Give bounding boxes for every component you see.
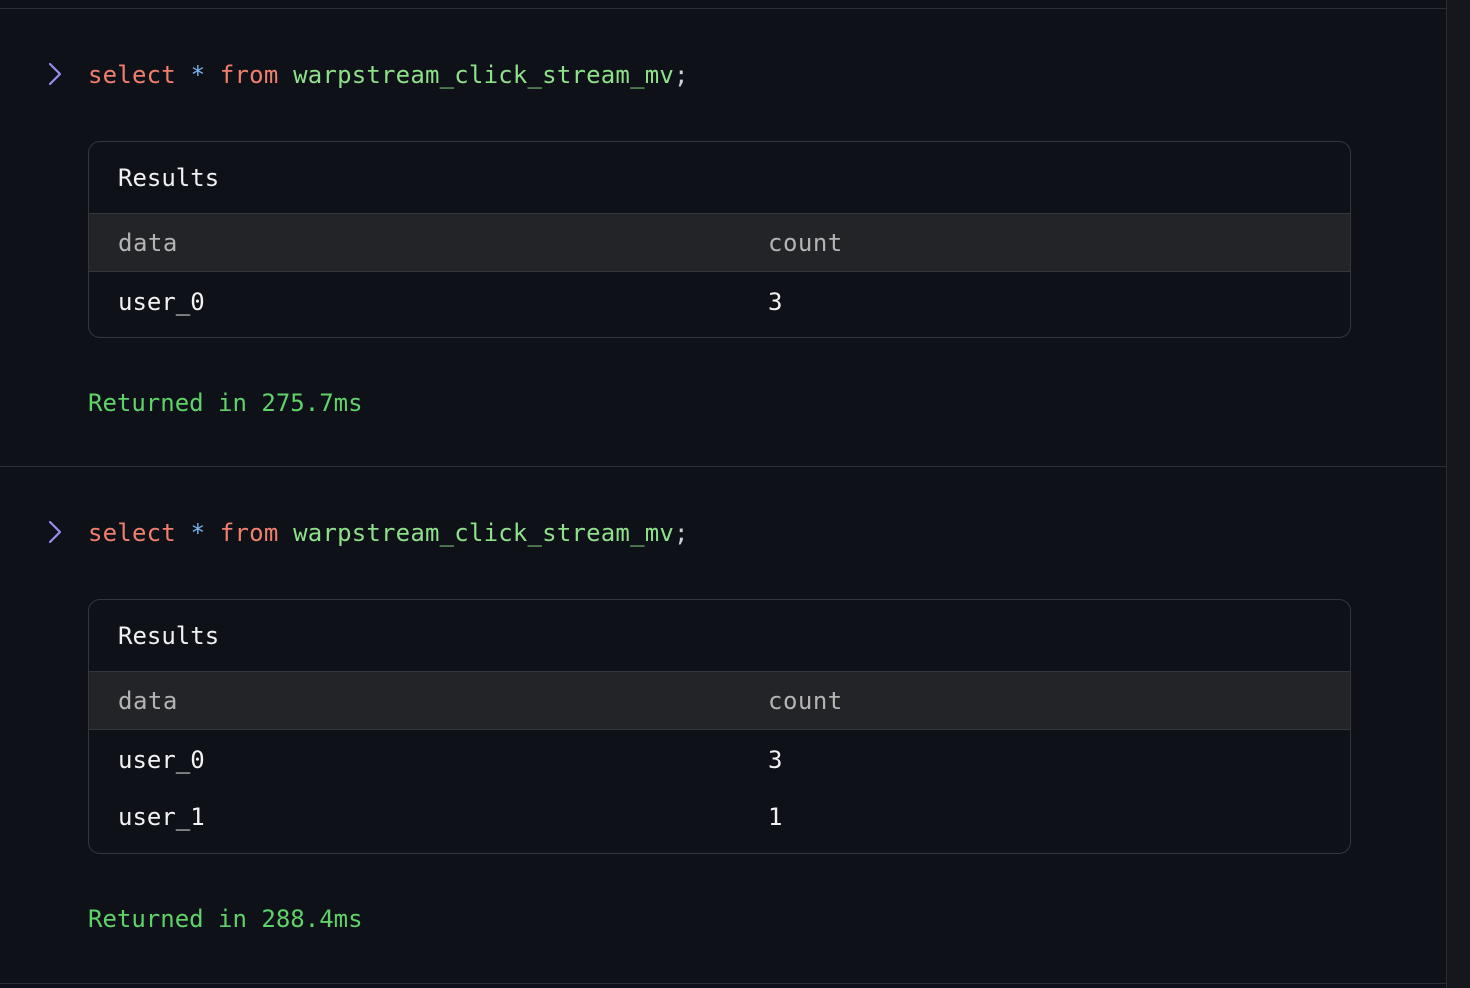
results-header-row: data count — [89, 672, 1350, 730]
table-row: user_0 3 — [89, 272, 1350, 329]
results-title: Results — [89, 142, 1350, 214]
keyword-from: from — [219, 61, 279, 89]
keyword-star: * — [190, 519, 206, 547]
column-header-data: data — [118, 687, 178, 715]
keyword-select: select — [88, 61, 176, 89]
table-row: user_1 1 — [89, 787, 1350, 844]
chevron-right-icon — [44, 61, 64, 87]
cell-count: 1 — [768, 803, 783, 831]
keyword-from: from — [219, 519, 279, 547]
results-panel: Results data count user_0 3 — [88, 141, 1351, 338]
query-text[interactable]: select * from warpstream_click_stream_mv… — [88, 518, 689, 548]
scrollbar-track[interactable] — [1446, 0, 1470, 988]
cell-data: user_0 — [118, 746, 205, 774]
semicolon: ; — [674, 519, 689, 547]
results-panel: Results data count user_0 3 user_1 1 — [88, 599, 1351, 854]
cell-count: 3 — [768, 288, 783, 316]
results-header-row: data count — [89, 214, 1350, 272]
status-text: Returned in 275.7ms — [88, 389, 363, 417]
table-name: warpstream_click_stream_mv — [293, 519, 675, 547]
chevron-right-icon — [44, 519, 64, 545]
cell-data: user_0 — [118, 288, 205, 316]
cell-data: user_1 — [118, 803, 205, 831]
cell-count: 3 — [768, 746, 783, 774]
table-row: user_0 3 — [89, 730, 1350, 787]
entry-divider — [0, 983, 1446, 984]
sql-console: select * from warpstream_click_stream_mv… — [0, 0, 1446, 988]
keyword-select: select — [88, 519, 176, 547]
results-title: Results — [89, 600, 1350, 672]
query-entry: select * from warpstream_click_stream_mv… — [0, 467, 1446, 983]
column-header-data: data — [118, 229, 178, 257]
query-text[interactable]: select * from warpstream_click_stream_mv… — [88, 60, 689, 90]
status-text: Returned in 288.4ms — [88, 905, 363, 933]
keyword-star: * — [190, 61, 206, 89]
table-name: warpstream_click_stream_mv — [293, 61, 675, 89]
column-header-count: count — [768, 687, 843, 715]
query-entry: select * from warpstream_click_stream_mv… — [0, 9, 1446, 466]
column-header-count: count — [768, 229, 843, 257]
semicolon: ; — [674, 61, 689, 89]
